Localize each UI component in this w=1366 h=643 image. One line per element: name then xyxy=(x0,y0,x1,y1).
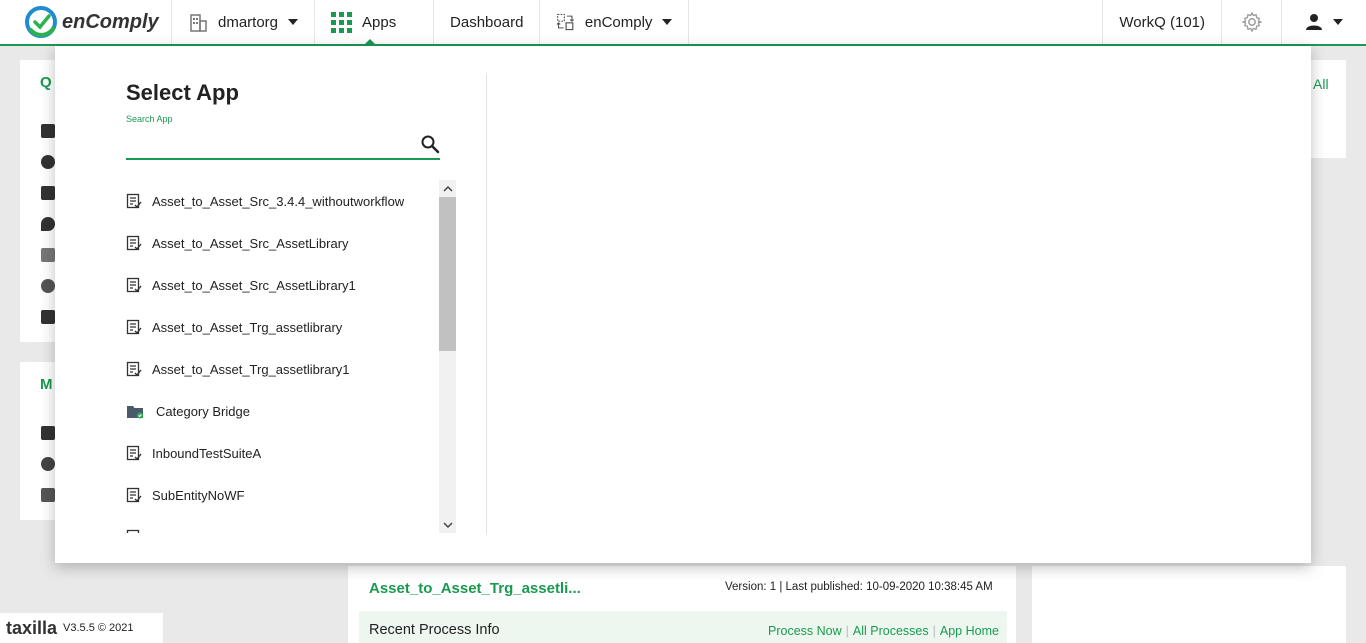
app-list-item-label: Category Bridge xyxy=(156,403,250,419)
app-list-item[interactable]: SubEntityNoWF xyxy=(126,474,440,516)
search-icon[interactable] xyxy=(420,134,440,154)
app-list-item[interactable]: T... xyxy=(126,516,440,533)
app-list-scrollbar[interactable] xyxy=(439,180,456,533)
gear-icon xyxy=(1241,12,1262,32)
timer-icon[interactable] xyxy=(41,457,55,471)
app-list-item-label: Asset_to_Asset_Src_AssetLibrary xyxy=(152,235,349,251)
search-app-field xyxy=(126,126,440,160)
user-icon[interactable] xyxy=(41,155,55,169)
scrollbar-thumb[interactable] xyxy=(439,197,456,351)
apps-menu[interactable]: Apps xyxy=(315,0,435,46)
module-name: enComply xyxy=(584,13,653,31)
taxilla-logo: taxilla xyxy=(6,617,58,638)
thumbs-up-icon[interactable] xyxy=(41,310,55,324)
search-app-label: Search App xyxy=(126,114,173,124)
chevron-down-icon xyxy=(662,19,673,25)
checklist-icon xyxy=(126,277,142,293)
popup-divider xyxy=(486,74,487,534)
scroll-up-arrow-icon[interactable] xyxy=(439,180,456,197)
app-list-item[interactable]: Asset_to_Asset_Trg_assetlibrary xyxy=(126,306,440,348)
app-list-item-label: T... xyxy=(152,530,169,534)
org-name: dmartorg xyxy=(218,13,279,31)
settings-button[interactable] xyxy=(1222,0,1282,44)
app-list-item[interactable]: InboundTestSuiteA xyxy=(126,432,440,474)
section-heading-m: M xyxy=(40,376,53,393)
top-navigation-bar: enComply dmartorg Apps Dashboard enCompl… xyxy=(0,0,1366,46)
select-app-title: Select App xyxy=(126,80,239,105)
app-version: V3.5.5 © 2021 xyxy=(63,622,134,634)
app-list-item-label: Asset_to_Asset_Trg_assetlibrary xyxy=(152,319,343,335)
org-selector[interactable]: dmartorg xyxy=(172,0,316,44)
app-list-item[interactable]: Asset_to_Asset_Trg_assetlibrary1 xyxy=(126,348,440,390)
switch-module-icon xyxy=(556,13,575,31)
apps-grid-icon xyxy=(331,11,353,33)
app-list-item[interactable]: Asset_to_Asset_Src_AssetLibrary1 xyxy=(126,264,440,306)
chevron-down-icon xyxy=(1333,19,1343,25)
workq-label: WorkQ (101) xyxy=(1119,13,1205,31)
recent-process-links: Process Now | All Processes | App Home xyxy=(768,624,999,638)
process-title[interactable]: Asset_to_Asset_Trg_assetli... xyxy=(369,580,581,597)
checklist-icon xyxy=(126,235,142,251)
app-list-item[interactable]: Asset_to_Asset_Src_3.4.4_withoutworkflow xyxy=(126,180,440,222)
encomply-logo-icon xyxy=(25,6,57,38)
process-version: Version: 1 | Last published: 10-09-2020 … xyxy=(725,581,993,593)
workq-link[interactable]: WorkQ (101) xyxy=(1103,0,1222,44)
user-icon xyxy=(1306,14,1322,30)
app-list-item-label: Asset_to_Asset_Trg_assetlibrary1 xyxy=(152,361,350,377)
broadcast-icon[interactable] xyxy=(41,279,55,293)
app-list: Asset_to_Asset_Src_3.4.4_withoutworkflow… xyxy=(126,180,440,533)
checklist-icon xyxy=(126,193,142,209)
app-list-item-label: SubEntityNoWF xyxy=(152,487,245,503)
bank-icon[interactable] xyxy=(41,124,55,138)
app-list-item[interactable]: Category Bridge xyxy=(126,390,440,432)
checklist-icon xyxy=(126,445,142,461)
app-list-item-label: Asset_to_Asset_Src_3.4.4_withoutworkflow xyxy=(152,193,405,209)
select-app-popup: Select App Search App Asset_to_Asset_Src… xyxy=(55,46,1311,563)
app-list-item[interactable]: Asset_to_Asset_Src_AssetLibrary xyxy=(126,222,440,264)
module-selector[interactable]: enComply xyxy=(540,0,690,44)
app-list-item-label: Asset_to_Asset_Src_AssetLibrary1 xyxy=(152,277,356,293)
checklist-icon xyxy=(126,487,142,503)
folder-check-icon xyxy=(127,406,143,419)
checklist-icon xyxy=(126,319,142,335)
building-icon xyxy=(190,14,207,32)
search-app-input[interactable] xyxy=(126,126,406,156)
location-icon[interactable] xyxy=(41,217,55,231)
app-home-link[interactable]: App Home xyxy=(940,624,999,638)
apps-label: Apps xyxy=(362,13,397,31)
right-panel-card-bottom xyxy=(1032,566,1346,643)
clipboard-icon[interactable] xyxy=(41,186,55,200)
user-menu[interactable] xyxy=(1282,0,1366,44)
list-icon[interactable] xyxy=(41,248,55,262)
view-all-link[interactable]: All xyxy=(1313,76,1329,92)
brand-name: enComply xyxy=(62,10,159,33)
dashboard-link[interactable]: Dashboard xyxy=(434,0,541,44)
recent-process-title: Recent Process Info xyxy=(369,622,500,638)
checklist-icon xyxy=(126,361,142,377)
brand-logo[interactable]: enComply xyxy=(0,0,172,44)
dashboard-label: Dashboard xyxy=(450,13,524,31)
checklist-icon xyxy=(126,529,140,533)
dashboard-icon[interactable] xyxy=(41,426,55,440)
chevron-down-icon xyxy=(288,19,299,25)
topbar-spacer xyxy=(689,0,1104,44)
process-now-link[interactable]: Process Now xyxy=(768,624,842,638)
all-processes-link[interactable]: All Processes xyxy=(853,624,929,638)
footer-brand: taxilla V3.5.5 © 2021 xyxy=(0,613,163,643)
app-list-item-label: InboundTestSuiteA xyxy=(152,445,262,461)
scroll-down-arrow-icon[interactable] xyxy=(439,516,456,533)
grid-icon[interactable] xyxy=(41,488,55,502)
section-heading-q: Q xyxy=(40,74,52,91)
